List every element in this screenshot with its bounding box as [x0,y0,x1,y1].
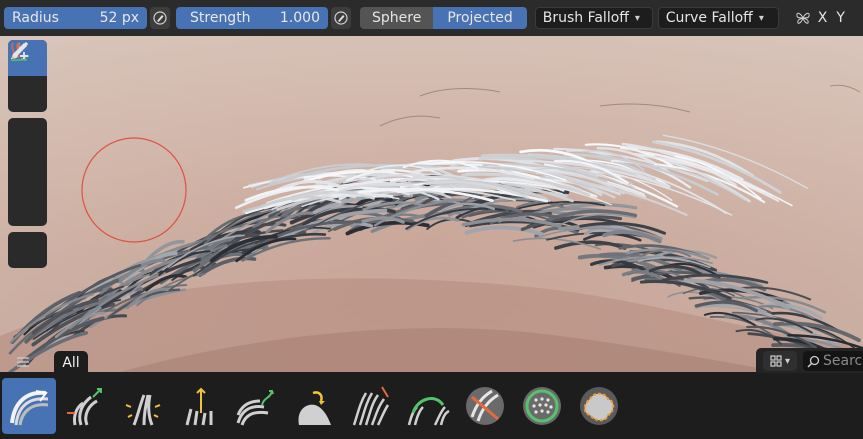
3d-viewport[interactable] [0,36,863,372]
tool-settings-header: Radius 52 px Strength 1.000 Sphere Proje… [0,0,863,36]
brush-add-length[interactable] [173,378,227,434]
add-length-brush-icon [185,387,213,426]
tool-group [8,42,47,226]
projected-option[interactable]: Projected [433,7,527,29]
shelf-options: ▾ Search [756,348,863,374]
chevron-down-icon: ▾ [634,12,640,24]
strength-value: 1.000 [279,10,320,26]
tool-group [8,43,47,268]
annotate-tool[interactable] [8,43,47,268]
brush-falloff-dropdown[interactable]: Brush Falloff ▾ [534,7,653,29]
chevron-down-icon: ▾ [758,12,764,24]
hamburger-icon [17,357,29,367]
density-brush-icon [523,387,561,425]
brush-puff[interactable] [230,378,284,434]
chevron-down-icon: ▾ [784,355,791,367]
radius-pressure-button[interactable] [150,7,170,29]
pinch-brush-icon [125,394,161,426]
brush-grow-shrink[interactable] [59,378,113,434]
radius-label: Radius [12,10,59,26]
selection-paint-brush-icon [580,387,618,425]
mirror-y-toggle[interactable]: Y [836,10,845,26]
pen-pressure-icon [334,11,348,25]
brush-selection-paint[interactable] [572,378,626,434]
strength-pressure-button[interactable] [331,7,351,29]
snake-hook-brush-icon [407,397,450,426]
tool-shelf [8,40,47,274]
radius-field[interactable]: Radius 52 px [4,7,147,29]
curve-falloff-dropdown[interactable]: Curve Falloff ▾ [657,7,779,29]
paint-tool[interactable] [8,42,47,112]
smooth-brush-icon [352,386,390,426]
brush-asset-shelf [0,373,863,439]
delete-brush-icon [466,387,504,425]
tab-all[interactable]: All [54,351,88,374]
puff-brush-icon [236,390,274,426]
shelf-menu-button[interactable] [8,352,38,372]
falloff-shape-toggle: Sphere Projected [360,7,527,29]
pen-pressure-icon [153,11,167,25]
display-options-button[interactable]: ▾ [763,351,797,371]
comb-brush-icon [10,390,49,426]
butterfly-icon [796,12,810,24]
strength-label: Strength [190,10,251,26]
search-input[interactable]: Search [803,351,863,371]
brush-delete[interactable] [458,378,512,434]
sphere-option[interactable]: Sphere [360,7,434,29]
brush-density[interactable] [515,378,569,434]
brush-snake-hook[interactable] [401,378,455,434]
symmetry-button[interactable] [795,11,811,25]
radius-value: 52 px [99,10,139,26]
eyebrow-curves-render [0,36,863,372]
grow-shrink-brush-icon [67,388,102,426]
draw-curve-tool[interactable] [8,42,47,154]
remove-curves-tool[interactable] [8,42,47,226]
grid-view-icon [770,355,782,367]
brush-comb[interactable] [2,378,56,434]
mirror-x-toggle[interactable]: X [818,10,828,26]
search-placeholder: Search [823,353,863,369]
search-icon [807,355,820,368]
brush-pinch[interactable] [116,378,170,434]
curve-falloff-label: Curve Falloff [665,10,753,26]
slide-brush-icon [298,391,331,425]
brush-falloff-label: Brush Falloff [542,10,629,26]
add-curves-tool[interactable] [8,42,47,190]
brush-slide[interactable] [287,378,341,434]
brush-smooth[interactable] [344,378,398,434]
strength-field[interactable]: Strength 1.000 [176,7,328,29]
